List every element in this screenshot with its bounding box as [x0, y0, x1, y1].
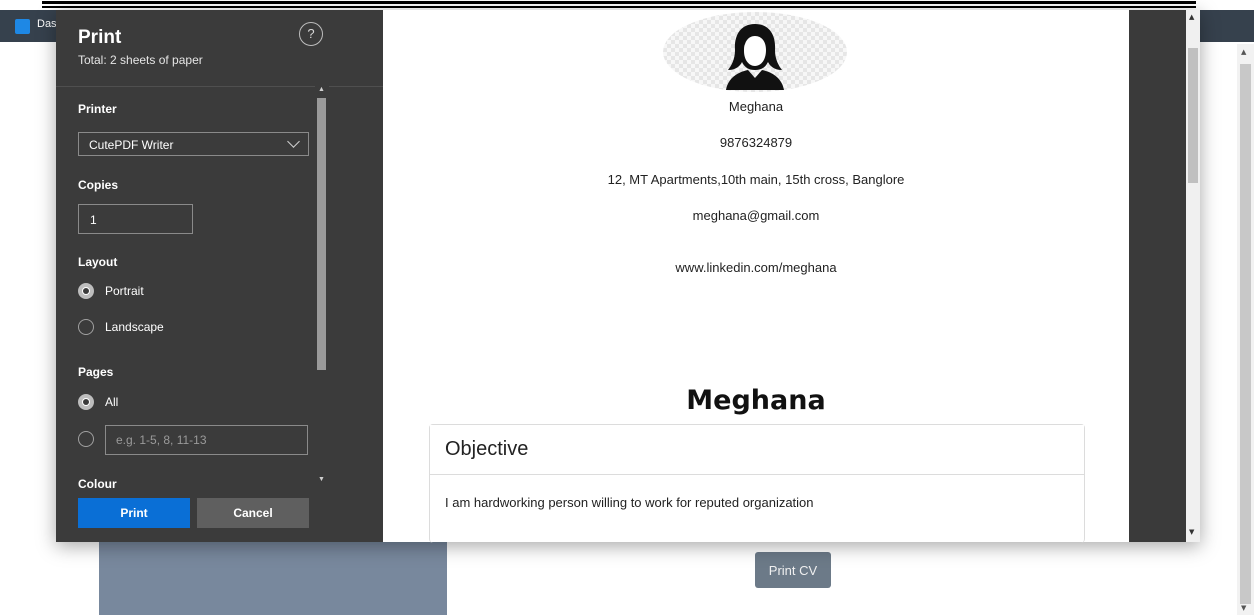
tab-title[interactable]: Das [37, 18, 57, 30]
resume-heading-name: Meghana [686, 385, 826, 416]
page-scrollbar[interactable]: ▲ ▼ [1237, 44, 1254, 615]
browser-top-bar-right [1200, 10, 1254, 42]
contact-linkedin: www.linkedin.com/meghana [675, 260, 837, 275]
scroll-up-arrow-icon[interactable]: ▲ [1189, 13, 1194, 21]
contact-phone: 9876324879 [719, 135, 793, 150]
help-icon[interactable]: ? [299, 22, 323, 46]
objective-card: Objective I am hardworking person willin… [429, 424, 1085, 543]
avatar-icon [726, 24, 784, 90]
print-cv-button[interactable]: Print CV [755, 552, 831, 588]
dialog-footer: Print Cancel [56, 488, 383, 542]
scroll-down-arrow-icon[interactable]: ▼ [1189, 528, 1194, 536]
preview-page: Meghana 9876324879 12, MT Apartments,10t… [383, 10, 1129, 543]
dialog-title: Print [78, 27, 122, 48]
print-dialog: Print Total: 2 sheets of paper ? Printer… [56, 10, 1200, 543]
objective-title: Objective [445, 438, 529, 460]
top-border-line [42, 6, 1196, 8]
sheet-count: Total: 2 sheets of paper [78, 53, 203, 67]
page-sidebar [99, 540, 447, 615]
printer-select[interactable]: CutePDF Writer [78, 132, 309, 156]
copies-input[interactable]: 1 [78, 204, 193, 234]
contact-email: meghana@gmail.com [692, 208, 820, 223]
scroll-down-arrow-icon[interactable]: ▼ [1241, 604, 1246, 612]
top-border-line [42, 1, 1196, 4]
chevron-down-icon [287, 135, 300, 148]
print-settings-panel: Print Total: 2 sheets of paper ? Printer… [56, 10, 383, 542]
landscape-radio[interactable] [78, 319, 94, 335]
layout-label: Layout [78, 255, 118, 269]
pages-label: Pages [78, 365, 114, 379]
settings-scrollbar[interactable]: ▲ ▼ [315, 84, 329, 488]
scroll-up-arrow-icon[interactable]: ▲ [318, 86, 325, 93]
print-button[interactable]: Print [78, 498, 190, 528]
portrait-label[interactable]: Portrait [105, 284, 144, 298]
divider [56, 86, 383, 87]
colour-label: Colour [78, 477, 117, 488]
portrait-radio[interactable] [78, 283, 94, 299]
page-range-input[interactable]: e.g. 1-5, 8, 11-13 [105, 425, 308, 455]
pages-custom-radio[interactable] [78, 431, 94, 447]
contact-address: 12, MT Apartments,10th main, 15th cross,… [607, 172, 905, 187]
preview-scroll-thumb[interactable] [1188, 48, 1198, 183]
site-favicon-icon [15, 19, 30, 34]
objective-text: I am hardworking person willing to work … [445, 495, 814, 510]
scroll-up-arrow-icon[interactable]: ▲ [1241, 48, 1246, 56]
pages-all-radio[interactable] [78, 394, 94, 410]
landscape-label[interactable]: Landscape [105, 320, 164, 334]
printer-label: Printer [78, 102, 117, 116]
scroll-down-arrow-icon[interactable]: ▼ [318, 476, 325, 483]
copies-label: Copies [78, 178, 119, 192]
cancel-button[interactable]: Cancel [197, 498, 309, 528]
page-scroll-thumb[interactable] [1240, 64, 1251, 604]
pages-all-label[interactable]: All [105, 395, 118, 409]
preview-scrollbar[interactable]: ▲ ▼ [1186, 10, 1200, 542]
contact-name: Meghana [728, 99, 784, 114]
objective-card-header: Objective [430, 425, 1084, 475]
settings-scroll-thumb[interactable] [317, 98, 326, 370]
printer-value: CutePDF Writer [89, 138, 174, 152]
